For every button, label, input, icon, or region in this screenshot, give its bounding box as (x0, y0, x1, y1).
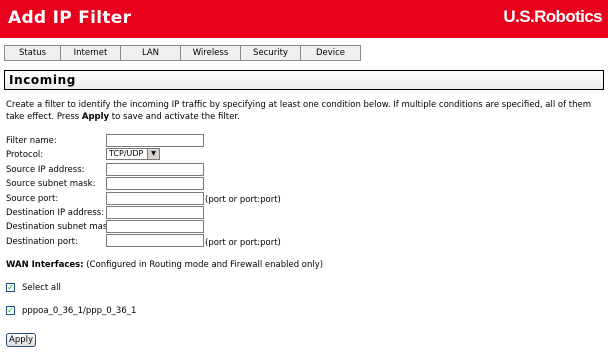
dest-mask-label: Destination subnet mask: (6, 222, 116, 232)
source-mask-input[interactable] (106, 177, 204, 190)
source-port-hint: (port or port:port) (205, 195, 281, 205)
tab-wireless[interactable]: Wireless (181, 46, 241, 60)
dest-ip-input[interactable] (106, 206, 204, 219)
section-title: Incoming (9, 73, 76, 87)
filter-name-label: Filter name: (6, 136, 57, 146)
apply-button[interactable]: Apply (6, 333, 36, 347)
select-all-label: Select all (22, 283, 61, 293)
interface-label: pppoa_0_36_1/ppp_0_36_1 (22, 306, 137, 316)
protocol-select[interactable]: TCP/UDP ▼ (106, 148, 160, 160)
dest-port-label: Destination port: (6, 237, 78, 247)
description-apply-word: Apply (81, 112, 110, 122)
source-port-label: Source port: (6, 194, 59, 204)
wan-interfaces-heading: WAN Interfaces: (Configured in Routing m… (6, 259, 323, 271)
usrobotics-logo: U.S.Robotics (503, 7, 602, 26)
interface-checkbox[interactable]: ✓ (6, 306, 15, 315)
dest-port-hint: (port or port:port) (205, 238, 281, 248)
chevron-down-icon[interactable]: ▼ (147, 149, 159, 159)
dest-port-input[interactable] (106, 234, 204, 247)
description: Create a filter to identify the incoming… (6, 99, 602, 123)
dest-ip-label: Destination IP address: (6, 208, 105, 218)
wan-interfaces-title: WAN Interfaces: (6, 260, 84, 270)
tab-lan[interactable]: LAN (121, 46, 181, 60)
source-ip-label: Source IP address: (6, 165, 85, 175)
tab-status[interactable]: Status (5, 46, 61, 60)
protocol-selected-value: TCP/UDP (109, 149, 144, 158)
source-ip-input[interactable] (106, 163, 204, 176)
source-mask-label: Source subnet mask: (6, 179, 96, 189)
page-header: Add IP Filter U.S.Robotics (0, 0, 608, 38)
select-all-checkbox[interactable]: ✓ (6, 283, 15, 292)
nav-tabs: Status Internet LAN Wireless Security De… (4, 45, 361, 61)
dest-mask-input[interactable] (106, 220, 204, 233)
filter-name-input[interactable] (106, 134, 204, 147)
wan-interfaces-note: (Configured in Routing mode and Firewall… (83, 260, 324, 270)
tab-security[interactable]: Security (241, 46, 301, 60)
tab-internet[interactable]: Internet (61, 46, 121, 60)
description-text-after: to save and activate the filter. (109, 112, 240, 122)
section-header: Incoming (4, 70, 604, 90)
protocol-label: Protocol: (6, 150, 44, 160)
source-port-input[interactable] (106, 192, 204, 205)
page-title: Add IP Filter (8, 8, 132, 28)
tab-device[interactable]: Device (301, 46, 360, 60)
